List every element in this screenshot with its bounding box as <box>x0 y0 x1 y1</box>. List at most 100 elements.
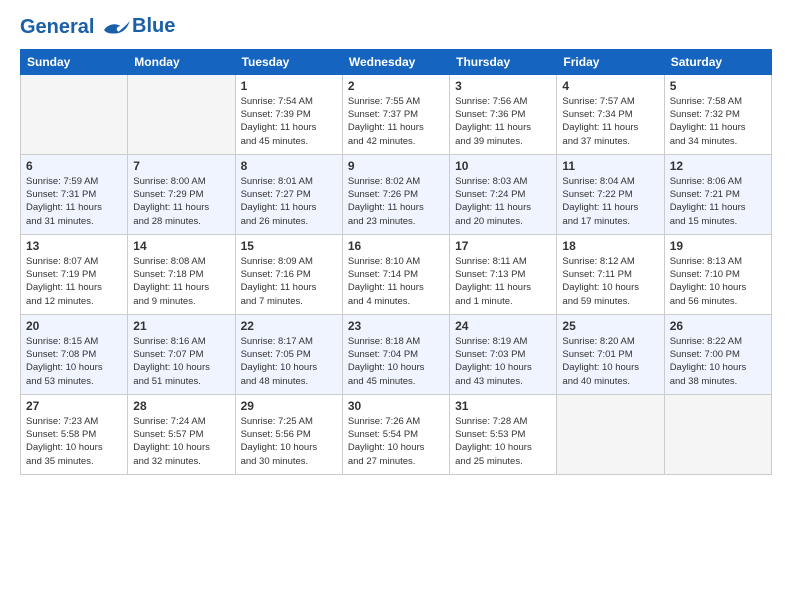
day-detail: Sunrise: 7:24 AM Sunset: 5:57 PM Dayligh… <box>133 415 229 468</box>
logo-general: General <box>20 16 94 38</box>
day-detail: Sunrise: 7:26 AM Sunset: 5:54 PM Dayligh… <box>348 415 444 468</box>
calendar-cell: 1Sunrise: 7:54 AM Sunset: 7:39 PM Daylig… <box>235 74 342 154</box>
day-detail: Sunrise: 8:22 AM Sunset: 7:00 PM Dayligh… <box>670 335 766 388</box>
day-detail: Sunrise: 8:17 AM Sunset: 7:05 PM Dayligh… <box>241 335 337 388</box>
day-number: 18 <box>562 239 658 253</box>
day-number: 21 <box>133 319 229 333</box>
day-detail: Sunrise: 8:06 AM Sunset: 7:21 PM Dayligh… <box>670 175 766 228</box>
calendar-cell: 30 Sunrise: 7:26 AM Sunset: 5:54 PM Dayli… <box>342 394 449 474</box>
day-detail: Sunrise: 7:28 AM Sunset: 5:53 PM Dayligh… <box>455 415 551 468</box>
day-detail: Sunrise: 7:59 AM Sunset: 7:31 PM Dayligh… <box>26 175 122 228</box>
day-number: 23 <box>348 319 444 333</box>
calendar-cell: 23 Sunrise: 8:18 AM Sunset: 7:04 PM Dayli… <box>342 314 449 394</box>
calendar-cell: 19 Sunrise: 8:13 AM Sunset: 7:10 PM Dayli… <box>664 234 771 314</box>
calendar-cell: 2 Sunrise: 7:55 AM Sunset: 7:37 PM Daylig… <box>342 74 449 154</box>
header: General Blue <box>20 16 772 39</box>
calendar-cell: 13 Sunrise: 8:07 AM Sunset: 7:19 PM Dayli… <box>21 234 128 314</box>
day-number: 30 <box>348 399 444 413</box>
calendar-cell: 9 Sunrise: 8:02 AM Sunset: 7:26 PM Daylig… <box>342 154 449 234</box>
day-number: 27 <box>26 399 122 413</box>
day-number: 19 <box>670 239 766 253</box>
day-number: 9 <box>348 159 444 173</box>
calendar-cell: 4 Sunrise: 7:57 AM Sunset: 7:34 PM Daylig… <box>557 74 664 154</box>
day-number: 20 <box>26 319 122 333</box>
day-number: 14 <box>133 239 229 253</box>
calendar-cell: 16Sunrise: 8:10 AM Sunset: 7:14 PM Dayli… <box>342 234 449 314</box>
day-detail: Sunrise: 7:55 AM Sunset: 7:37 PM Dayligh… <box>348 95 444 148</box>
day-detail: Sunrise: 7:23 AM Sunset: 5:58 PM Dayligh… <box>26 415 122 468</box>
day-detail: Sunrise: 8:19 AM Sunset: 7:03 PM Dayligh… <box>455 335 551 388</box>
day-detail: Sunrise: 8:20 AM Sunset: 7:01 PM Dayligh… <box>562 335 658 388</box>
calendar-week-row: 6Sunrise: 7:59 AM Sunset: 7:31 PM Daylig… <box>21 154 772 234</box>
day-detail: Sunrise: 7:25 AM Sunset: 5:56 PM Dayligh… <box>241 415 337 468</box>
calendar-cell: 21 Sunrise: 8:16 AM Sunset: 7:07 PM Dayli… <box>128 314 235 394</box>
day-detail: Sunrise: 8:02 AM Sunset: 7:26 PM Dayligh… <box>348 175 444 228</box>
day-detail: Sunrise: 7:54 AM Sunset: 7:39 PM Dayligh… <box>241 95 337 148</box>
day-number: 11 <box>562 159 658 173</box>
day-number: 12 <box>670 159 766 173</box>
day-number: 29 <box>241 399 337 413</box>
logo-blue: Blue <box>132 15 175 37</box>
weekday-header-friday: Friday <box>557 49 664 74</box>
day-number: 28 <box>133 399 229 413</box>
day-number: 26 <box>670 319 766 333</box>
day-detail: Sunrise: 8:18 AM Sunset: 7:04 PM Dayligh… <box>348 335 444 388</box>
day-number: 7 <box>133 159 229 173</box>
day-number: 8 <box>241 159 337 173</box>
day-number: 22 <box>241 319 337 333</box>
calendar-cell: 8 Sunrise: 8:01 AM Sunset: 7:27 PM Daylig… <box>235 154 342 234</box>
calendar-table: SundayMondayTuesdayWednesdayThursdayFrid… <box>20 49 772 475</box>
logo-bird-icon <box>102 17 130 39</box>
day-detail: Sunrise: 8:13 AM Sunset: 7:10 PM Dayligh… <box>670 255 766 308</box>
day-detail: Sunrise: 8:08 AM Sunset: 7:18 PM Dayligh… <box>133 255 229 308</box>
calendar-cell: 22 Sunrise: 8:17 AM Sunset: 7:05 PM Dayli… <box>235 314 342 394</box>
day-detail: Sunrise: 7:56 AM Sunset: 7:36 PM Dayligh… <box>455 95 551 148</box>
weekday-header-sunday: Sunday <box>21 49 128 74</box>
day-number: 17 <box>455 239 551 253</box>
calendar-week-row: 20 Sunrise: 8:15 AM Sunset: 7:08 PM Dayli… <box>21 314 772 394</box>
calendar-cell: 31 Sunrise: 7:28 AM Sunset: 5:53 PM Dayli… <box>450 394 557 474</box>
day-number: 4 <box>562 79 658 93</box>
day-detail: Sunrise: 8:09 AM Sunset: 7:16 PM Dayligh… <box>241 255 337 308</box>
calendar-cell: 24Sunrise: 8:19 AM Sunset: 7:03 PM Dayli… <box>450 314 557 394</box>
calendar-cell: 29 Sunrise: 7:25 AM Sunset: 5:56 PM Dayli… <box>235 394 342 474</box>
header-row: SundayMondayTuesdayWednesdayThursdayFrid… <box>21 49 772 74</box>
calendar-cell <box>557 394 664 474</box>
calendar-cell: 11Sunrise: 8:04 AM Sunset: 7:22 PM Dayli… <box>557 154 664 234</box>
day-number: 5 <box>670 79 766 93</box>
page-container: General Blue SundayMondayTuesdayWednesda… <box>0 0 792 485</box>
day-number: 31 <box>455 399 551 413</box>
day-detail: Sunrise: 8:03 AM Sunset: 7:24 PM Dayligh… <box>455 175 551 228</box>
calendar-cell <box>21 74 128 154</box>
weekday-header-wednesday: Wednesday <box>342 49 449 74</box>
day-detail: Sunrise: 8:00 AM Sunset: 7:29 PM Dayligh… <box>133 175 229 228</box>
day-number: 25 <box>562 319 658 333</box>
calendar-cell: 28 Sunrise: 7:24 AM Sunset: 5:57 PM Dayli… <box>128 394 235 474</box>
calendar-cell: 12 Sunrise: 8:06 AM Sunset: 7:21 PM Dayli… <box>664 154 771 234</box>
day-detail: Sunrise: 8:15 AM Sunset: 7:08 PM Dayligh… <box>26 335 122 388</box>
day-detail: Sunrise: 7:58 AM Sunset: 7:32 PM Dayligh… <box>670 95 766 148</box>
calendar-week-row: 13 Sunrise: 8:07 AM Sunset: 7:19 PM Dayli… <box>21 234 772 314</box>
day-detail: Sunrise: 7:57 AM Sunset: 7:34 PM Dayligh… <box>562 95 658 148</box>
day-detail: Sunrise: 8:10 AM Sunset: 7:14 PM Dayligh… <box>348 255 444 308</box>
day-detail: Sunrise: 8:16 AM Sunset: 7:07 PM Dayligh… <box>133 335 229 388</box>
calendar-week-row: 27 Sunrise: 7:23 AM Sunset: 5:58 PM Dayli… <box>21 394 772 474</box>
calendar-cell: 25 Sunrise: 8:20 AM Sunset: 7:01 PM Dayli… <box>557 314 664 394</box>
day-number: 13 <box>26 239 122 253</box>
day-detail: Sunrise: 8:07 AM Sunset: 7:19 PM Dayligh… <box>26 255 122 308</box>
calendar-cell: 10 Sunrise: 8:03 AM Sunset: 7:24 PM Dayli… <box>450 154 557 234</box>
calendar-cell: 5 Sunrise: 7:58 AM Sunset: 7:32 PM Daylig… <box>664 74 771 154</box>
weekday-header-tuesday: Tuesday <box>235 49 342 74</box>
day-detail: Sunrise: 8:12 AM Sunset: 7:11 PM Dayligh… <box>562 255 658 308</box>
calendar-cell: 15Sunrise: 8:09 AM Sunset: 7:16 PM Dayli… <box>235 234 342 314</box>
calendar-cell <box>664 394 771 474</box>
calendar-cell: 14 Sunrise: 8:08 AM Sunset: 7:18 PM Dayli… <box>128 234 235 314</box>
calendar-cell: 27 Sunrise: 7:23 AM Sunset: 5:58 PM Dayli… <box>21 394 128 474</box>
weekday-header-thursday: Thursday <box>450 49 557 74</box>
day-number: 2 <box>348 79 444 93</box>
calendar-cell: 20 Sunrise: 8:15 AM Sunset: 7:08 PM Dayli… <box>21 314 128 394</box>
day-detail: Sunrise: 8:01 AM Sunset: 7:27 PM Dayligh… <box>241 175 337 228</box>
day-detail: Sunrise: 8:11 AM Sunset: 7:13 PM Dayligh… <box>455 255 551 308</box>
day-number: 10 <box>455 159 551 173</box>
logo: General Blue <box>20 16 175 39</box>
